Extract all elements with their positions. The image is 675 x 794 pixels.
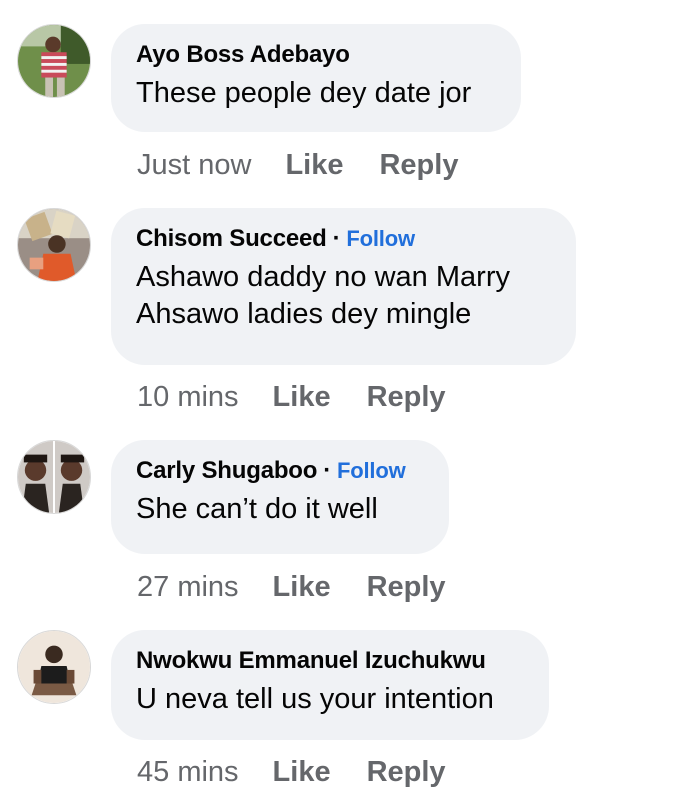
reply-button[interactable]: Reply (379, 148, 458, 182)
comment-text-line: She can’t do it well (136, 493, 378, 525)
avatar-photo-icon (18, 25, 90, 97)
avatar-photo-icon (18, 441, 90, 513)
comment-text-line: Ahsawo ladies dey mingle (136, 298, 472, 330)
author-name[interactable]: Carly Shugaboo (136, 457, 317, 484)
comment-text-line: These people dey date jor (136, 77, 472, 109)
comment-actions: 10 mins Like Reply (137, 380, 446, 414)
comment-timestamp[interactable]: 27 mins (137, 570, 239, 604)
comment-text: Ashawo daddy no wan Marry Ahsawo ladies … (136, 259, 552, 333)
avatar[interactable] (17, 208, 91, 282)
comment-bubble: Carly Shugaboo · Follow She can’t do it we… (111, 440, 449, 554)
comment-author[interactable]: Chisom Succeed · Follow (136, 225, 552, 253)
comment-text: She can’t do it well (136, 491, 425, 528)
avatar[interactable] (17, 24, 91, 98)
comment-text-line: Ashawo daddy no wan Marry (136, 261, 510, 293)
comment-timestamp[interactable]: 45 mins (137, 755, 239, 789)
reply-button[interactable]: Reply (367, 380, 446, 414)
comment-bubble: Ayo Boss Adebayo These people dey date j… (111, 24, 521, 132)
reply-button[interactable]: Reply (367, 570, 446, 604)
author-name[interactable]: Chisom Succeed (136, 225, 327, 252)
avatar[interactable] (17, 440, 91, 514)
like-button[interactable]: Like (273, 755, 331, 789)
avatar[interactable] (17, 630, 91, 704)
separator-dot: · (332, 225, 341, 252)
avatar-photo-icon (18, 631, 90, 703)
like-button[interactable]: Like (273, 380, 331, 414)
comment-actions: 45 mins Like Reply (137, 755, 446, 789)
comment-actions: Just now Like Reply (137, 148, 458, 182)
like-button[interactable]: Like (273, 570, 331, 604)
author-name[interactable]: Ayo Boss Adebayo (136, 41, 350, 68)
comment-author[interactable]: Ayo Boss Adebayo (136, 41, 497, 69)
comment-timestamp[interactable]: Just now (137, 148, 251, 182)
follow-button[interactable]: Follow (337, 458, 406, 483)
comment-text: These people dey date jor (136, 75, 497, 112)
author-name[interactable]: Nwokwu Emmanuel Izuchukwu (136, 647, 486, 674)
follow-button[interactable]: Follow (346, 226, 415, 251)
comment-bubble: Nwokwu Emmanuel Izuchukwu U neva tell us… (111, 630, 549, 740)
comment-actions: 27 mins Like Reply (137, 570, 446, 604)
separator-dot: · (323, 457, 332, 484)
avatar-photo-icon (18, 209, 90, 281)
reply-button[interactable]: Reply (367, 755, 446, 789)
comment-text: U neva tell us your intention (136, 681, 525, 718)
comment-author[interactable]: Nwokwu Emmanuel Izuchukwu (136, 647, 525, 675)
comment-author[interactable]: Carly Shugaboo · Follow (136, 457, 425, 485)
comment-timestamp[interactable]: 10 mins (137, 380, 239, 414)
like-button[interactable]: Like (285, 148, 343, 182)
comment-text-line: U neva tell us your intention (136, 683, 494, 715)
comment-bubble: Chisom Succeed · Follow Ashawo daddy no wa… (111, 208, 576, 365)
